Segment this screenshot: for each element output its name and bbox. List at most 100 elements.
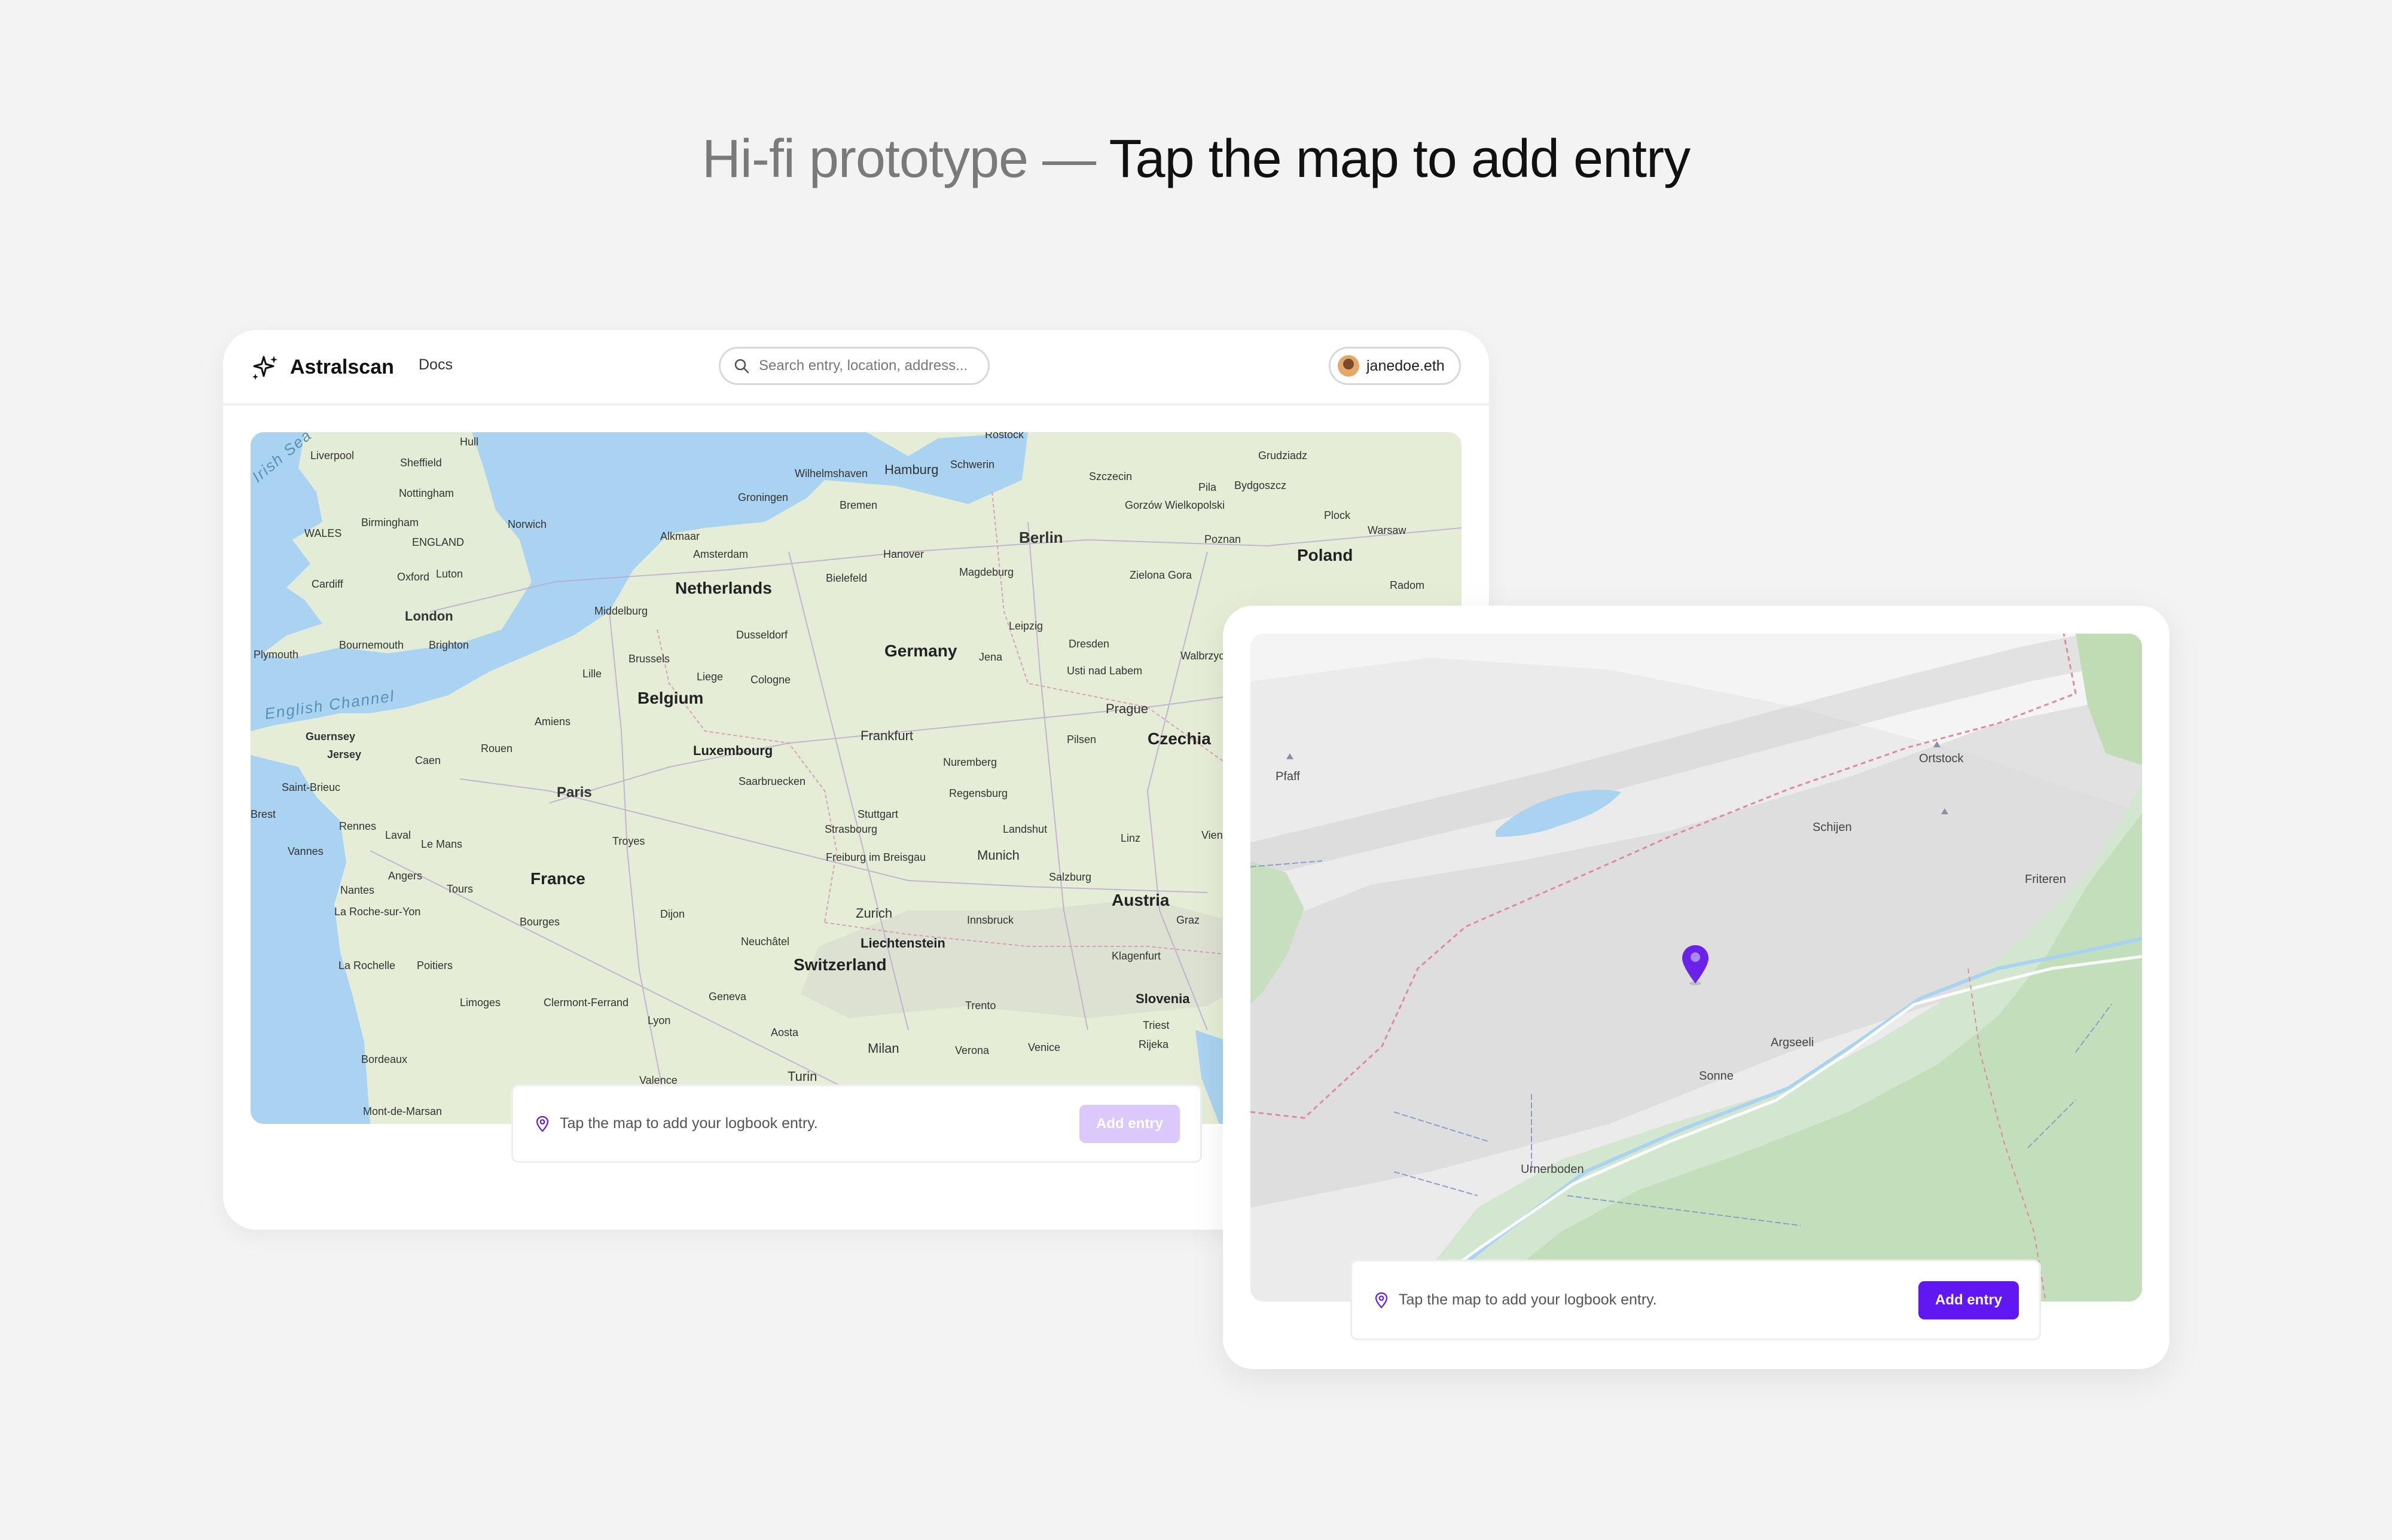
city-label: Poitiers xyxy=(417,960,453,971)
city-label: Caen xyxy=(415,754,441,766)
city-label: Lille xyxy=(582,668,602,680)
search-input[interactable] xyxy=(758,357,975,375)
city-label: Hamburg xyxy=(884,462,938,477)
city-label: Amiens xyxy=(535,716,570,728)
city-label: La Roche-sur-Yon xyxy=(334,906,420,918)
city-label: Bordeaux xyxy=(361,1053,407,1065)
city-label: Liege xyxy=(697,671,723,683)
city-label: Hanover xyxy=(883,548,924,560)
city-label: Alkmaar xyxy=(660,530,700,542)
top-navigation-bar: Astralscan Docs janedoe.eth xyxy=(223,330,1489,405)
city-label: Rouen xyxy=(481,742,512,754)
country-label: Netherlands xyxy=(675,579,772,597)
city-label: Jena xyxy=(979,651,1003,663)
city-label: Aosta xyxy=(771,1026,799,1038)
city-label: Graz xyxy=(1176,914,1200,926)
city-label: Freiburg im Breisgau xyxy=(826,851,926,863)
headline-emphasis: Tap the map to add entry xyxy=(1109,129,1691,189)
city-label: Landshut xyxy=(1003,823,1047,835)
country-label: Germany xyxy=(884,641,957,660)
city-label: Saarbruecken xyxy=(739,775,806,787)
sparkles-icon xyxy=(252,356,277,380)
place-label: Argseeli xyxy=(1771,1036,1814,1049)
country-label: Austria xyxy=(1112,891,1170,909)
page-headline: Hi-fi prototype — Tap the map to add ent… xyxy=(0,129,2392,190)
city-label: Brussels xyxy=(628,653,670,665)
city-label: Bourges xyxy=(520,916,560,928)
add-entry-action-bar: Tap the map to add your logbook entry. A… xyxy=(1350,1260,2041,1340)
city-label: Paris xyxy=(557,784,592,800)
city-label: Oxford xyxy=(397,571,429,583)
city-label: Grudziadz xyxy=(1258,450,1307,462)
city-label: Hull xyxy=(460,436,478,448)
city-label: Lyon xyxy=(648,1015,670,1026)
city-label: Brighton xyxy=(429,639,469,651)
country-label: Slovenia xyxy=(1136,991,1190,1006)
city-label: Venice xyxy=(1028,1041,1060,1053)
app-logo[interactable]: Astralscan xyxy=(251,350,394,384)
city-label: Bydgoszcz xyxy=(1234,479,1286,491)
city-label: Brest xyxy=(251,808,276,820)
city-label: Luton xyxy=(436,568,463,580)
app-name: Astralscan xyxy=(290,355,394,378)
city-label: Warsaw xyxy=(1368,524,1406,536)
city-label: Magdeburg xyxy=(959,566,1014,578)
tablet-prototype-card: Pfaff Ortstock Schijen Friteren Argseeli… xyxy=(1223,606,2170,1369)
city-label: Strasbourg xyxy=(825,823,877,835)
city-label: Rennes xyxy=(339,820,376,832)
alpine-topographic-map[interactable]: Pfaff Ortstock Schijen Friteren Argseeli… xyxy=(1250,634,2142,1301)
user-menu-button[interactable]: janedoe.eth xyxy=(1329,347,1461,385)
city-label: Regensburg xyxy=(949,787,1008,799)
place-label: Schijen xyxy=(1813,821,1852,834)
country-label: Belgium xyxy=(637,689,703,707)
city-label: London xyxy=(405,609,453,624)
city-label: Bournemouth xyxy=(339,639,404,651)
city-label: Limoges xyxy=(460,997,501,1009)
city-label: Plymouth xyxy=(254,649,298,661)
city-label: Dijon xyxy=(660,908,685,920)
city-label: Nuremberg xyxy=(943,756,997,768)
city-label: Liverpool xyxy=(310,450,354,462)
city-label: Troyes xyxy=(612,835,645,847)
location-pin-icon xyxy=(536,1116,549,1132)
country-label: Luxembourg xyxy=(693,743,773,758)
city-label: Neuchâtel xyxy=(741,936,789,948)
city-label: Klagenfurt xyxy=(1112,950,1161,962)
city-label: Mont-de-Marsan xyxy=(363,1105,442,1117)
city-label: Rijeka xyxy=(1139,1038,1169,1050)
city-label: Angers xyxy=(388,870,422,882)
add-entry-button[interactable]: Add entry xyxy=(1918,1281,2019,1319)
nav-link-docs[interactable]: Docs xyxy=(419,356,453,374)
city-label: Tours xyxy=(447,883,473,895)
city-label: WALES xyxy=(304,527,341,539)
city-label: Triest xyxy=(1143,1019,1169,1031)
city-label: Amsterdam xyxy=(693,548,748,560)
add-entry-action-bar: Tap the map to add your logbook entry. A… xyxy=(511,1084,1202,1163)
city-label: Groningen xyxy=(738,491,788,503)
city-label: Poznan xyxy=(1204,533,1241,545)
add-entry-button[interactable]: Add entry xyxy=(1079,1104,1180,1143)
city-label: Prague xyxy=(1106,701,1148,716)
city-label: Vannes xyxy=(288,845,324,857)
city-label: ENGLAND xyxy=(412,536,464,548)
country-label: France xyxy=(530,869,585,888)
city-label: La Rochelle xyxy=(338,960,395,971)
city-label: Zielona Gora xyxy=(1130,569,1192,581)
city-label: Stuttgart xyxy=(858,808,898,820)
city-label: Szczecin xyxy=(1089,470,1132,482)
search-bar[interactable] xyxy=(719,347,990,385)
city-label: Le Mans xyxy=(421,838,462,850)
place-label: Ortstock xyxy=(1919,752,1964,765)
city-label: Geneva xyxy=(709,991,747,1003)
city-label: Laval xyxy=(385,829,411,841)
avatar xyxy=(1338,355,1359,377)
city-label: Leipzig xyxy=(1009,620,1043,632)
city-label: Wilhelmshaven xyxy=(795,468,868,479)
headline-prefix: Hi-fi prototype — xyxy=(701,129,1109,189)
city-label: Zurich xyxy=(856,906,892,921)
place-label: Sonne xyxy=(1699,1070,1734,1083)
city-label: Dresden xyxy=(1069,638,1109,650)
location-pin-icon xyxy=(1375,1292,1388,1309)
country-label: Poland xyxy=(1297,546,1353,564)
city-label: Radom xyxy=(1390,579,1424,591)
